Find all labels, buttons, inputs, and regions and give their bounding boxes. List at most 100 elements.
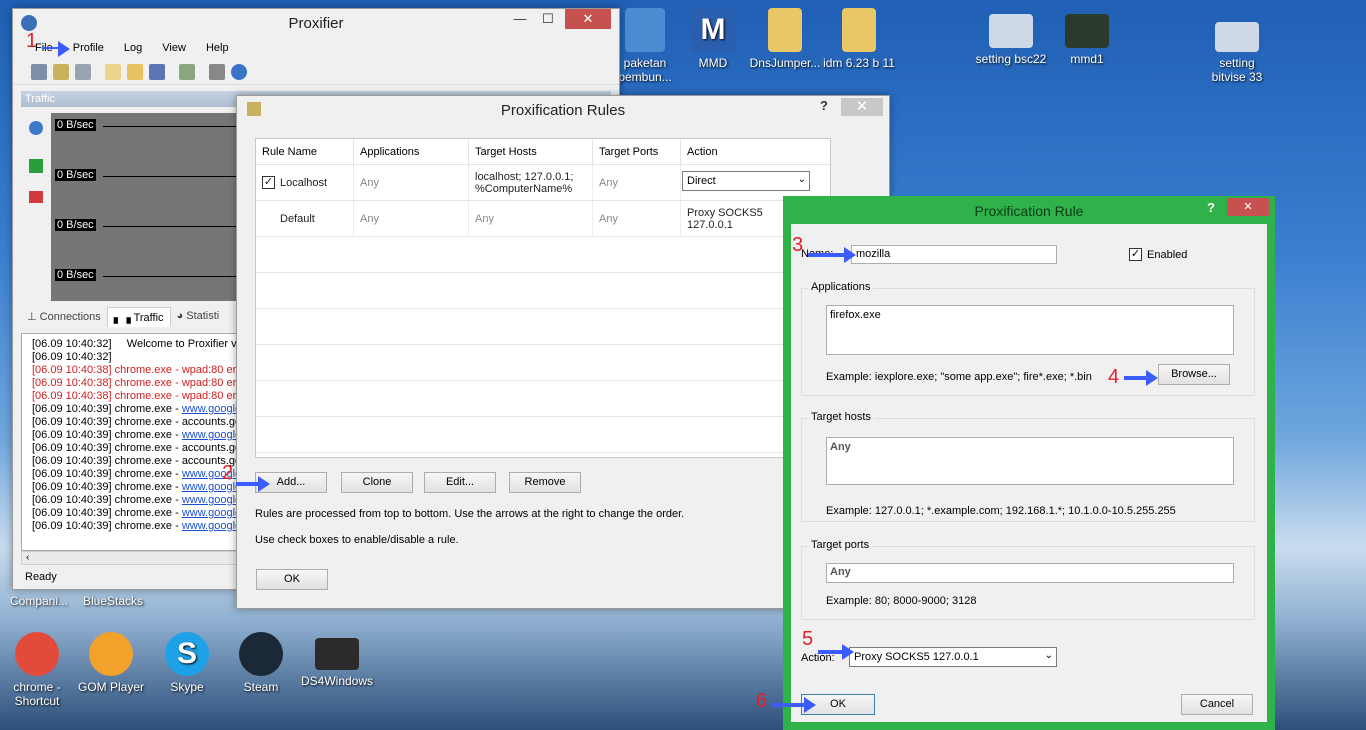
- browse-button[interactable]: Browse...: [1158, 364, 1230, 385]
- close-button[interactable]: ✕: [841, 98, 883, 116]
- table-row[interactable]: Default Any Any Any Proxy SOCKS5 127.0.0…: [256, 201, 830, 237]
- table-row[interactable]: ✓ Localhost Any localhost; 127.0.0.1; %C…: [256, 165, 830, 201]
- rule-dialog-body: Name: mozilla ✓ Enabled Applications fir…: [791, 224, 1267, 722]
- column-header-target-ports[interactable]: Target Ports: [593, 139, 681, 165]
- rules-ok-button[interactable]: OK: [256, 569, 328, 590]
- minimize-button[interactable]: —: [507, 11, 533, 29]
- action-select[interactable]: Proxy SOCKS5 127.0.0.1 ⌄: [849, 647, 1057, 667]
- log-link[interactable]: www.google: [182, 520, 236, 532]
- horizontal-scrollbar[interactable]: ‹: [21, 551, 237, 565]
- chevron-down-icon: ⌄: [1044, 650, 1053, 661]
- log-panel[interactable]: [06.09 10:40:32] Welcome to Proxifier v3…: [21, 333, 237, 551]
- print-icon[interactable]: [209, 63, 225, 80]
- rule-enabled-checkbox[interactable]: ✓: [262, 176, 275, 189]
- rule-titlebar[interactable]: Proxification Rule ? ✕: [783, 196, 1275, 224]
- log-link[interactable]: www.google: [182, 494, 236, 506]
- tab-connections[interactable]: ⊥ Connections: [21, 307, 107, 327]
- log-timestamp: [06.09 10:40:38]: [32, 364, 112, 376]
- log-message: chrome.exe - wpad:80 erro: [111, 364, 237, 376]
- close-button[interactable]: ✕: [565, 9, 611, 29]
- proxifier-titlebar[interactable]: Proxifier — ☐ ✕: [13, 9, 619, 37]
- log-link[interactable]: www.google: [182, 429, 236, 441]
- target-hosts-field[interactable]: Any: [826, 437, 1234, 485]
- desktop-icon-setting-bsc22[interactable]: setting bsc22: [974, 14, 1048, 66]
- annotation-arrow: [236, 476, 270, 492]
- open-profile-icon[interactable]: [127, 63, 143, 80]
- tab-traffic[interactable]: ▖▗ Traffic: [106, 307, 171, 327]
- desktop-icon-label: setting bsc22: [975, 52, 1047, 66]
- name-resolution-icon[interactable]: [75, 63, 91, 80]
- desktop-icon-label: DnsJumper...: [749, 56, 821, 70]
- desktop-icon-ds4windows[interactable]: DS4Windows: [300, 632, 374, 688]
- column-header-applications[interactable]: Applications: [354, 139, 469, 165]
- column-header-target-hosts[interactable]: Target Hosts: [469, 139, 593, 165]
- log-message: chrome.exe - accounts.go: [111, 442, 237, 454]
- group-title: Target hosts: [808, 411, 874, 423]
- close-button[interactable]: ✕: [1227, 198, 1269, 216]
- log-timestamp: [06.09 10:40:38]: [32, 377, 112, 389]
- clone-rule-button[interactable]: Clone: [341, 472, 413, 493]
- rule-cancel-button[interactable]: Cancel: [1181, 694, 1253, 715]
- desktop-icon-idm[interactable]: idm 6.23 b 11: [822, 8, 896, 70]
- log-message: chrome.exe -: [111, 429, 182, 441]
- proxifier-app-icon: [21, 15, 37, 31]
- target-ports-group: Target ports Any Example: 80; 8000-9000;…: [801, 539, 1255, 620]
- dialog-title: Proxification Rules: [500, 101, 626, 119]
- edit-rule-button[interactable]: Edit...: [424, 472, 496, 493]
- import-icon[interactable]: [179, 63, 195, 80]
- log-timestamp: [06.09 10:40:39]: [32, 455, 112, 467]
- remove-rule-button[interactable]: Remove: [509, 472, 581, 493]
- rule-action-select[interactable]: Direct ⌄: [682, 171, 810, 191]
- log-message: chrome.exe -: [111, 507, 182, 519]
- clock-icon[interactable]: [29, 121, 43, 135]
- desktop-icon-gom[interactable]: GOM Player: [74, 632, 148, 694]
- tab-statistics[interactable]: ◕ Statisti: [171, 307, 226, 327]
- rules-titlebar[interactable]: Proxification Rules ? ✕: [237, 96, 889, 124]
- column-header-rule-name[interactable]: Rule Name: [256, 139, 354, 165]
- desktop-icon-bluestacks[interactable]: BlueStacks: [76, 594, 150, 608]
- new-profile-icon[interactable]: [105, 63, 121, 80]
- help-button[interactable]: ?: [811, 98, 837, 116]
- log-link[interactable]: www.google: [182, 403, 236, 415]
- log-timestamp: [06.09 10:40:39]: [32, 507, 112, 519]
- desktop-icon-chrome[interactable]: chrome - Shortcut: [0, 632, 74, 708]
- desktop-icon-dnsjumper[interactable]: DnsJumper...: [748, 8, 822, 70]
- desktop-icon-mmd1[interactable]: mmd1: [1050, 14, 1124, 66]
- desktop-icon-label: GOM Player: [77, 680, 144, 694]
- desktop-icon-setting-bitvise[interactable]: setting bitvise 33: [1200, 22, 1274, 84]
- gamepad-icon: [315, 638, 359, 670]
- rules-icon[interactable]: [53, 63, 69, 80]
- clear-icon[interactable]: [29, 191, 43, 203]
- help-button[interactable]: ?: [1207, 200, 1215, 215]
- updown-arrows-icon[interactable]: [29, 159, 43, 173]
- log-message: chrome.exe -: [111, 403, 182, 415]
- name-field[interactable]: mozilla: [851, 245, 1057, 264]
- log-timestamp: [06.09 10:40:39]: [32, 520, 112, 532]
- desktop-icon-skype[interactable]: S Skype: [150, 632, 224, 694]
- save-profile-icon[interactable]: [149, 63, 165, 80]
- enabled-checkbox-wrap[interactable]: ✓ Enabled: [1129, 248, 1187, 261]
- proxy-servers-icon[interactable]: [31, 63, 47, 80]
- menu-view[interactable]: View: [162, 42, 186, 54]
- applications-field[interactable]: firefox.exe: [826, 305, 1234, 355]
- settings-shortcut-icon: [989, 14, 1033, 48]
- menu-log[interactable]: Log: [124, 42, 142, 54]
- menu-profile[interactable]: Profile: [73, 42, 104, 54]
- help-icon[interactable]: [231, 63, 247, 80]
- desktop-icon-steam[interactable]: Steam: [224, 632, 298, 694]
- menu-help[interactable]: Help: [206, 42, 229, 54]
- annotation-number: 4: [1108, 366, 1120, 388]
- annotation-number: 1: [26, 30, 38, 52]
- log-line: [06.09 10:40:39] chrome.exe - www.google: [32, 468, 236, 481]
- bottom-tabs: ⊥ Connections ▖▗ Traffic ◕ Statisti: [21, 307, 241, 327]
- select-value: Direct: [687, 175, 716, 187]
- log-link[interactable]: www.google: [182, 507, 236, 519]
- desktop-icon-companion[interactable]: Compani...: [2, 594, 76, 608]
- enabled-checkbox[interactable]: ✓: [1129, 248, 1142, 261]
- empty-row: [256, 237, 830, 273]
- desktop-icon-mmd[interactable]: M MMD: [676, 8, 750, 70]
- maximize-button[interactable]: ☐: [535, 11, 561, 29]
- desktop-icon-label: MMD: [698, 56, 728, 70]
- target-ports-field[interactable]: Any: [826, 563, 1234, 583]
- column-header-action[interactable]: Action: [681, 139, 831, 165]
